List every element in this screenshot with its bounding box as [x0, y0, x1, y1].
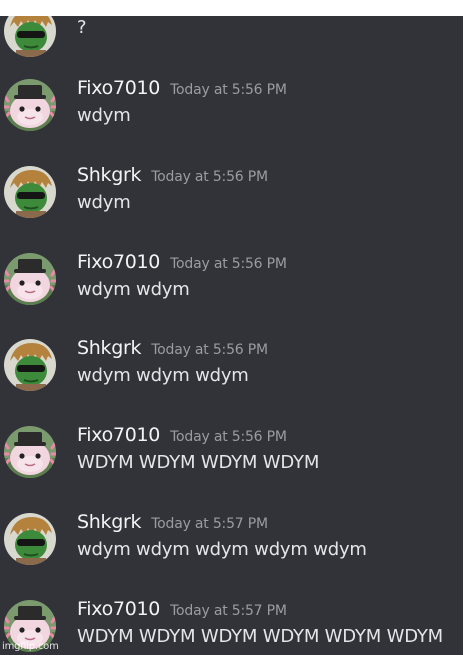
message-text: wdym wdym: [77, 279, 190, 300]
avatar[interactable]: [4, 426, 56, 478]
username[interactable]: Fixo7010: [77, 598, 160, 620]
timestamp: Today at 5:56 PM: [170, 82, 287, 98]
message-header: Shkgrk Today at 5:56 PM: [77, 335, 268, 361]
username[interactable]: Shkgrk: [77, 511, 141, 533]
message-item: Shkgrk Today at 5:56 PM wdym: [0, 160, 463, 247]
shkgrk-avatar-icon: [4, 16, 56, 57]
username[interactable]: Fixo7010: [77, 424, 160, 446]
timestamp: Today at 5:57 PM: [170, 603, 287, 619]
message-item: Fixo7010 Today at 5:56 PM wdym wdym: [0, 247, 463, 334]
message-item: Shkgrk Today at 5:56 PM wdym wdym wdym: [0, 333, 463, 420]
message-text: wdym wdym wdym wdym wdym: [77, 539, 367, 560]
shkgrk-avatar-icon: [4, 166, 56, 218]
axolotl-avatar-icon: [4, 426, 56, 478]
avatar[interactable]: [4, 339, 56, 391]
message-header: Fixo7010 Today at 5:56 PM: [77, 249, 287, 275]
timestamp: Today at 5:56 PM: [151, 169, 268, 185]
message-item: Fixo7010 Today at 5:56 PM wdym: [0, 73, 463, 160]
username[interactable]: Fixo7010: [77, 251, 160, 273]
message-text: wdym: [77, 105, 131, 126]
timestamp: Today at 5:56 PM: [151, 342, 268, 358]
message-header: Shkgrk Today at 5:56 PM: [77, 162, 268, 188]
message-text: WDYM WDYM WDYM WDYM WDYM WDYM: [77, 626, 444, 647]
message-text: wdym wdym wdym: [77, 365, 249, 386]
avatar[interactable]: [4, 253, 56, 305]
shkgrk-avatar-icon: [4, 339, 56, 391]
message-item: Shkgrk Today at 5:57 PM wdym wdym wdym wd…: [0, 507, 463, 594]
message-header: Fixo7010 Today at 5:57 PM: [77, 596, 287, 622]
message-header: Fixo7010 Today at 5:56 PM: [77, 422, 287, 448]
avatar[interactable]: [4, 79, 56, 131]
imgflip-watermark: imgflip.com: [2, 641, 59, 652]
message-header: Fixo7010 Today at 5:56 PM: [77, 75, 287, 101]
message-item: Fixo7010 Today at 5:57 PM WDYM WDYM WDYM …: [0, 594, 463, 655]
axolotl-avatar-icon: [4, 253, 56, 305]
message-text: ?: [77, 17, 87, 38]
message-text: wdym: [77, 192, 131, 213]
message-text: WDYM WDYM WDYM WDYM: [77, 452, 320, 473]
avatar[interactable]: [4, 16, 56, 57]
username[interactable]: Shkgrk: [77, 337, 141, 359]
avatar[interactable]: [4, 513, 56, 565]
message-header: Shkgrk Today at 5:57 PM: [77, 509, 268, 535]
avatar[interactable]: [4, 166, 56, 218]
shkgrk-avatar-icon: [4, 513, 56, 565]
timestamp: Today at 5:56 PM: [170, 429, 287, 445]
username[interactable]: Shkgrk: [77, 164, 141, 186]
timestamp: Today at 5:56 PM: [170, 256, 287, 272]
chat-panel: ? Fixo7010 Today at 5:56 PM wdym Shkgrk To…: [0, 16, 463, 655]
username[interactable]: Fixo7010: [77, 77, 160, 99]
message-item: Fixo7010 Today at 5:56 PM WDYM WDYM WDYM …: [0, 420, 463, 507]
axolotl-avatar-icon: [4, 79, 56, 131]
timestamp: Today at 5:57 PM: [151, 516, 268, 532]
